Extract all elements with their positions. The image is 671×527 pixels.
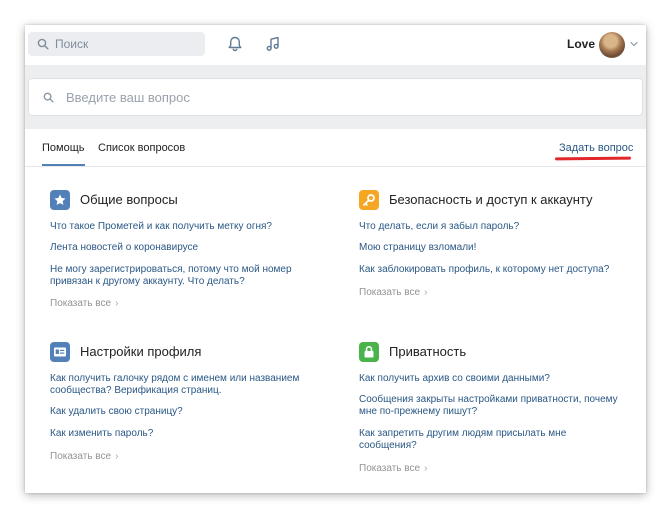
question-link[interactable]: Как заблокировать профиль, к которому не… (359, 264, 634, 276)
show-all-label: Показать все (50, 298, 112, 309)
red-underline-annotation (554, 156, 632, 161)
profile-card-icon (54, 347, 66, 357)
chevron-right-icon: › (115, 298, 119, 309)
question-search-placeholder: Введите ваш вопрос (66, 90, 190, 105)
question-link[interactable]: Как изменить пароль? (50, 428, 325, 440)
section-profile-settings: Настройки профиля Как получить галочку р… (50, 342, 330, 482)
search-icon (43, 92, 54, 103)
question-link[interactable]: Как удалить свою страницу? (50, 406, 325, 418)
music-icon[interactable] (264, 35, 282, 53)
star-icon (54, 194, 66, 205)
show-all-link[interactable]: Показать все › (359, 287, 427, 298)
header-search-input[interactable]: Поиск (28, 32, 205, 56)
section-security: Безопасность и доступ к аккаунту Что дел… (359, 190, 639, 330)
tab-help[interactable]: Помощь (42, 142, 85, 166)
question-link[interactable]: Как получить галочку рядом с именем или … (50, 373, 315, 397)
question-search-input[interactable]: Введите ваш вопрос (28, 78, 643, 116)
key-icon (363, 194, 375, 206)
chevron-right-icon: › (424, 463, 428, 474)
question-link[interactable]: Не могу зарегистрироваться, потому что м… (50, 264, 312, 288)
section-title: Общие вопросы (80, 192, 178, 207)
question-link[interactable]: Мою страницу взломали! (359, 242, 634, 254)
chevron-right-icon: › (115, 451, 119, 462)
show-all-label: Показать все (50, 451, 112, 462)
help-tabs: Помощь Список вопросов Задать вопрос (25, 129, 646, 167)
avatar[interactable] (599, 32, 625, 58)
section-icon-box (359, 342, 379, 362)
section-icon-box (50, 190, 70, 210)
show-all-link[interactable]: Показать все › (50, 451, 118, 462)
chevron-down-icon[interactable] (630, 41, 638, 47)
show-all-link[interactable]: Показать все › (50, 298, 118, 309)
tab-questions-list[interactable]: Список вопросов (98, 142, 185, 154)
question-link[interactable]: Лента новостей о коронавирусе (50, 242, 325, 254)
search-icon (37, 38, 49, 50)
question-link[interactable]: Как получить архив со своими данными? (359, 373, 634, 385)
section-icon-box (50, 342, 70, 362)
show-all-label: Показать все (359, 463, 421, 474)
user-name[interactable]: Love (567, 37, 595, 51)
question-link[interactable]: Что делать, если я забыл пароль? (359, 221, 634, 233)
top-header: Поиск Love (25, 25, 646, 66)
section-icon-box (359, 190, 379, 210)
chevron-right-icon: › (424, 287, 428, 298)
show-all-link[interactable]: Показать все › (359, 463, 427, 474)
help-page: Поиск Love Введите ваш вопрос Помощь Спи… (25, 25, 646, 493)
bell-icon[interactable] (226, 35, 244, 53)
section-title: Приватность (389, 344, 467, 359)
ask-question-link[interactable]: Задать вопрос (559, 142, 633, 154)
section-privacy: Приватность Как получить архив со своими… (359, 342, 639, 482)
section-title: Настройки профиля (80, 344, 202, 359)
header-search-placeholder: Поиск (55, 37, 89, 51)
question-link[interactable]: Как запретить другим людям присылать мне… (359, 428, 599, 452)
section-general-questions: Общие вопросы Что такое Прометей и как п… (50, 190, 330, 330)
show-all-label: Показать все (359, 287, 421, 298)
lock-icon (364, 346, 374, 358)
question-link[interactable]: Что такое Прометей и как получить метку … (50, 221, 325, 233)
question-link[interactable]: Сообщения закрыты настройками приватност… (359, 394, 634, 418)
section-title: Безопасность и доступ к аккаунту (389, 192, 593, 207)
